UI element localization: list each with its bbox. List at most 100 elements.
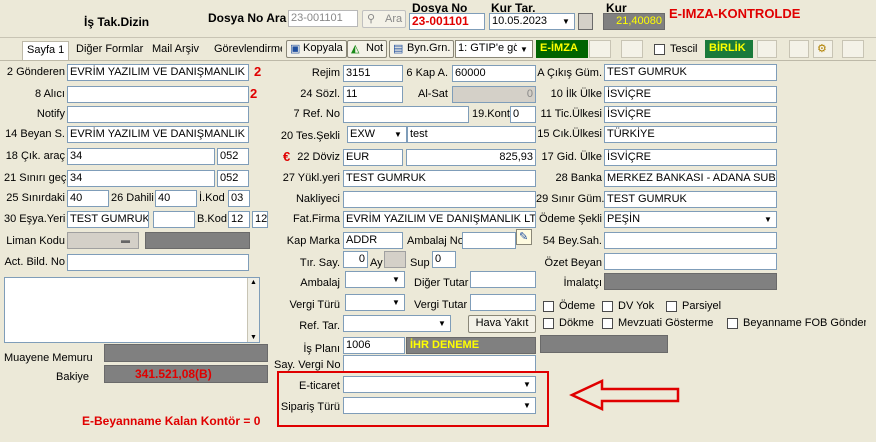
dahili-field[interactable]: 40 [155, 190, 197, 207]
chevron-down-icon[interactable]: ▼ [389, 296, 403, 309]
esya-yeri-field[interactable]: TEST GUMRUK [67, 211, 149, 228]
sinir-gec-field[interactable]: 34 [67, 170, 215, 187]
vergi-tutar-field[interactable] [470, 294, 536, 311]
ozet-beyan-field[interactable] [604, 253, 777, 270]
tab-mail-arsiv[interactable]: Mail Arşiv [148, 41, 203, 60]
notify-field[interactable] [67, 106, 249, 123]
tes-sekli-select[interactable]: EXW ▼ [347, 126, 407, 143]
sinir-gec-code[interactable]: 052 [217, 170, 249, 187]
sozl-field[interactable]: 11 [343, 86, 403, 103]
liman-lookup-icon[interactable]: ▬ [121, 235, 130, 245]
hava-yakit-button[interactable]: Hava Yakıt [468, 315, 536, 333]
mevzuati-checkbox[interactable] [602, 318, 613, 329]
esya-yeri-extra[interactable] [153, 211, 195, 228]
chevron-down-icon[interactable]: ▼ [520, 378, 534, 391]
ilk-ulke-field[interactable]: İSVİÇRE [604, 86, 777, 103]
dokme-checkbox[interactable] [543, 318, 554, 329]
b-kod-field[interactable]: 12 [228, 211, 250, 228]
ay-field[interactable] [384, 251, 406, 268]
nakliyeci-field[interactable] [343, 191, 536, 208]
chevron-down-icon[interactable]: ▼ [517, 43, 531, 56]
doviz-field[interactable]: EUR [343, 149, 403, 166]
kur-tar-date[interactable]: 10.05.2023 ▼ [489, 13, 575, 30]
dosya-no-ara-input[interactable]: 23-001101 [288, 10, 358, 27]
say-vergi-field[interactable] [343, 355, 536, 372]
odeme-sekli-select[interactable]: PEŞİN ▼ [604, 211, 777, 228]
yuk-yeri-field[interactable]: TEST GUMRUK [343, 170, 536, 187]
toolbar-blank-5[interactable] [842, 40, 864, 58]
tab-diger-formlar[interactable]: Diğer Formlar [72, 41, 147, 60]
calendar-button[interactable] [578, 13, 593, 30]
diger-tutar-field[interactable] [470, 271, 536, 288]
chevron-down-icon[interactable]: ▼ [391, 128, 405, 141]
alici-field[interactable] [67, 86, 249, 103]
vergi-turu-select[interactable]: ▼ [345, 294, 405, 311]
toolbar-blank-2[interactable] [621, 40, 643, 58]
beyan-field[interactable]: EVRİM YAZILIM VE DANIŞMANLIK [67, 126, 249, 143]
cik-arac-code[interactable]: 052 [217, 148, 249, 165]
bey-sah-field[interactable] [604, 232, 777, 249]
tir-say-field[interactable]: 0 [343, 251, 368, 268]
toolbar-blank-1[interactable] [589, 40, 611, 58]
liman-kodu-field[interactable]: ▬ [67, 232, 139, 249]
dosya-no-field[interactable]: 23-001101 [409, 13, 485, 30]
chevron-down-icon[interactable]: ▼ [761, 213, 775, 226]
say-vergi-label: Say. Vergi No [274, 359, 341, 371]
b-kod-field-2[interactable]: 12 [252, 211, 268, 228]
odeme-checkbox[interactable] [543, 301, 554, 312]
kap-a-field[interactable]: 60000 [452, 65, 536, 82]
dv-yok-checkbox[interactable] [602, 301, 613, 312]
chevron-down-icon[interactable]: ▼ [559, 15, 573, 28]
gid-ulke-field[interactable]: İSVİÇRE [604, 149, 777, 166]
is-plani-field[interactable]: 1006 [343, 337, 405, 354]
sinirdaki-field[interactable]: 40 [67, 190, 109, 207]
toolbar-blank-3[interactable] [757, 40, 777, 58]
scroll-up-icon[interactable]: ▲ [250, 279, 257, 286]
ambalaj-select[interactable]: ▼ [345, 271, 405, 288]
tab-sayfa-1[interactable]: Sayfa 1 [22, 41, 70, 60]
banka-field[interactable]: MERKEZ BANKASI - ADANA SUBES [604, 170, 777, 187]
notes-textarea[interactable]: ▲ ▼ [4, 277, 260, 343]
ambalaj-no-field[interactable] [462, 232, 516, 249]
scroll-down-icon[interactable]: ▼ [250, 334, 257, 341]
chevron-down-icon[interactable]: ▼ [435, 317, 449, 330]
cik-ulkesi-field[interactable]: TÜRKİYE [604, 126, 777, 143]
toolbar-tool-button[interactable]: ⚙ [813, 40, 833, 58]
edit-icon[interactable]: ✎ [516, 229, 532, 245]
fat-firma-field[interactable]: EVRİM YAZILIM VE DANIŞMANLIK LT [343, 211, 536, 228]
right-scrollbar[interactable] [866, 62, 876, 442]
fob-checkbox[interactable] [727, 318, 738, 329]
act-bild-field[interactable] [67, 254, 249, 271]
ref-tar-date[interactable]: ▼ [343, 315, 451, 332]
tescil-checkbox[interactable] [654, 44, 665, 55]
ref-no-field[interactable] [343, 106, 469, 123]
cik-arac-field[interactable]: 34 [67, 148, 215, 165]
chevron-down-icon[interactable]: ▼ [520, 399, 534, 412]
doviz-amount[interactable]: 825,93 [406, 149, 536, 166]
kont-field[interactable]: 0 [510, 106, 536, 123]
ara-button[interactable]: ⚲ Ara [362, 10, 406, 28]
i-kod-field[interactable]: 03 [228, 190, 250, 207]
e-ticaret-select[interactable]: ▼ [343, 376, 536, 393]
kopyala-button[interactable]: ▣ Kopyala [286, 40, 347, 58]
tic-ulkesi-field[interactable]: İSVİÇRE [604, 106, 777, 123]
toolbar-blank-4[interactable] [789, 40, 809, 58]
tes-sekli-text[interactable]: test [407, 126, 536, 143]
muayene-field [104, 344, 268, 362]
not-button[interactable]: ◭ Not [347, 40, 388, 58]
notes-scrollbar[interactable]: ▲ ▼ [247, 278, 259, 342]
e-ticaret-label: E-ticaret [299, 380, 340, 392]
ilk-ulke-label: 10 İlk Ülke [550, 88, 602, 100]
parsiyel-checkbox[interactable] [666, 301, 677, 312]
gonderen-field[interactable]: EVRİM YAZILIM VE DANIŞMANLIK L [67, 64, 249, 81]
siparis-turu-select[interactable]: ▼ [343, 397, 536, 414]
chevron-down-icon[interactable]: ▼ [389, 273, 403, 286]
a-cikis-field[interactable]: TEST GUMRUK [604, 64, 777, 81]
sup-field[interactable]: 0 [432, 251, 456, 268]
rejim-field[interactable]: 3151 [343, 65, 403, 82]
sinir-gum-field[interactable]: TEST GUMRUK [604, 191, 777, 208]
kap-marka-field[interactable]: ADDR [343, 232, 403, 249]
byn-grn-button[interactable]: ▤ Byn.Grn. [389, 40, 455, 58]
tab-gorevlendirme[interactable]: Görevlendirme [210, 41, 282, 60]
gtip-select[interactable]: 1: GTIP'e gö ▼ [455, 40, 533, 58]
